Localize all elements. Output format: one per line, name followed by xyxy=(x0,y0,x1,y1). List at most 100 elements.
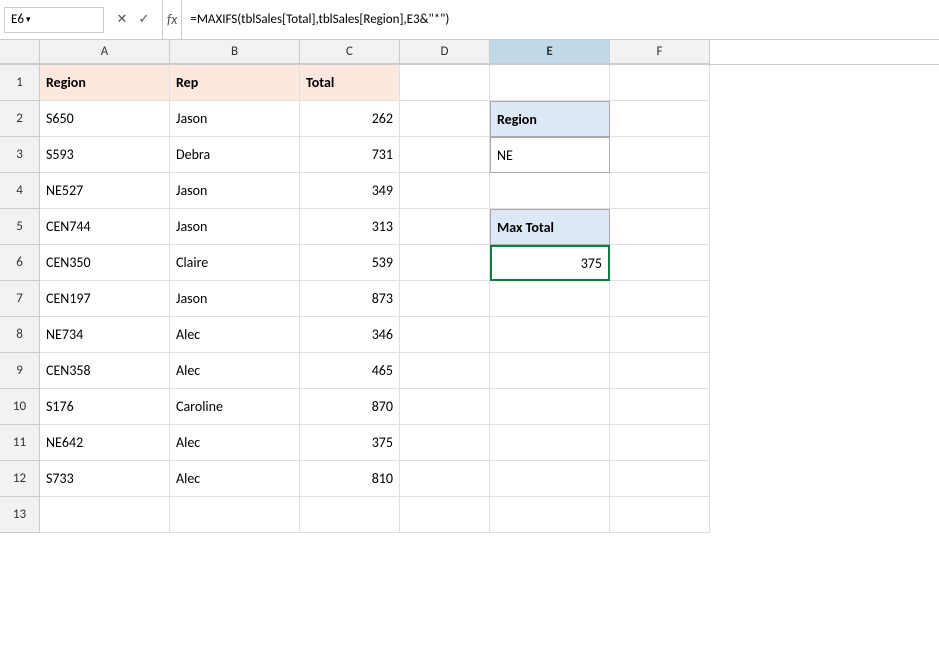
cell-e11[interactable] xyxy=(490,425,610,461)
cell-a10[interactable]: S176 xyxy=(40,389,170,425)
cell-a3[interactable]: S593 xyxy=(40,137,170,173)
cell-f10[interactable] xyxy=(610,389,710,425)
cell-b4[interactable]: Jason xyxy=(170,173,300,209)
cell-f11[interactable] xyxy=(610,425,710,461)
cell-f12[interactable] xyxy=(610,461,710,497)
cell-b5[interactable]: Jason xyxy=(170,209,300,245)
col-header-e[interactable]: E xyxy=(490,40,610,64)
dropdown-arrow-icon[interactable]: ▾ xyxy=(26,14,31,25)
cell-e3[interactable]: NE xyxy=(490,137,610,173)
row-num-13: 13 xyxy=(0,497,40,533)
cell-f5[interactable] xyxy=(610,209,710,245)
cell-c1[interactable]: Total xyxy=(300,65,400,101)
cell-f4[interactable] xyxy=(610,173,710,209)
cell-f2[interactable] xyxy=(610,101,710,137)
cell-f13[interactable] xyxy=(610,497,710,533)
cell-f1[interactable] xyxy=(610,65,710,101)
cell-d10[interactable] xyxy=(400,389,490,425)
cell-c5[interactable]: 313 xyxy=(300,209,400,245)
cell-c6[interactable]: 539 xyxy=(300,245,400,281)
cell-e7[interactable] xyxy=(490,281,610,317)
cell-a1[interactable]: Region xyxy=(40,65,170,101)
cell-d7[interactable] xyxy=(400,281,490,317)
cell-e6[interactable]: 375 xyxy=(490,245,610,281)
cell-c8[interactable]: 346 xyxy=(300,317,400,353)
cell-a6[interactable]: CEN350 xyxy=(40,245,170,281)
row-num-12: 12 xyxy=(0,461,40,497)
cell-c3[interactable]: 731 xyxy=(300,137,400,173)
cell-b11[interactable]: Alec xyxy=(170,425,300,461)
cell-e8[interactable] xyxy=(490,317,610,353)
row-num-3: 3 xyxy=(0,137,40,173)
cell-a8[interactable]: NE734 xyxy=(40,317,170,353)
cell-b3[interactable]: Debra xyxy=(170,137,300,173)
table-row: 12 S733 Alec 810 xyxy=(0,461,939,497)
cell-e4[interactable] xyxy=(490,173,610,209)
cell-reference-box[interactable]: E6 ▾ xyxy=(4,7,104,33)
cell-e5[interactable]: Max Total xyxy=(490,209,610,245)
row-num-6: 6 xyxy=(0,245,40,281)
cell-b8[interactable]: Alec xyxy=(170,317,300,353)
cell-a12[interactable]: S733 xyxy=(40,461,170,497)
cell-f7[interactable] xyxy=(610,281,710,317)
col-header-c[interactable]: C xyxy=(300,40,400,64)
col-header-b[interactable]: B xyxy=(170,40,300,64)
cell-a2[interactable]: S650 xyxy=(40,101,170,137)
row-num-10: 10 xyxy=(0,389,40,425)
cell-a11[interactable]: NE642 xyxy=(40,425,170,461)
cell-b6[interactable]: Claire xyxy=(170,245,300,281)
cell-b13[interactable] xyxy=(170,497,300,533)
cell-c10[interactable]: 870 xyxy=(300,389,400,425)
cell-f6[interactable] xyxy=(610,245,710,281)
cell-c2[interactable]: 262 xyxy=(300,101,400,137)
cell-d1[interactable] xyxy=(400,65,490,101)
cell-d12[interactable] xyxy=(400,461,490,497)
row-num-7: 7 xyxy=(0,281,40,317)
cell-c9[interactable]: 465 xyxy=(300,353,400,389)
cell-d6[interactable] xyxy=(400,245,490,281)
cancel-icon[interactable]: ✕ xyxy=(112,10,132,30)
col-header-f[interactable]: F xyxy=(610,40,710,64)
cell-d13[interactable] xyxy=(400,497,490,533)
col-header-a[interactable]: A xyxy=(40,40,170,64)
cell-e13[interactable] xyxy=(490,497,610,533)
cell-a5[interactable]: CEN744 xyxy=(40,209,170,245)
cell-e9[interactable] xyxy=(490,353,610,389)
cell-a4[interactable]: NE527 xyxy=(40,173,170,209)
cell-a9[interactable]: CEN358 xyxy=(40,353,170,389)
table-row: 3 S593 Debra 731 NE xyxy=(0,137,939,173)
cell-d4[interactable] xyxy=(400,173,490,209)
confirm-icon[interactable]: ✓ xyxy=(134,10,154,30)
cell-f3[interactable] xyxy=(610,137,710,173)
cell-b10[interactable]: Caroline xyxy=(170,389,300,425)
cell-c13[interactable] xyxy=(300,497,400,533)
corner-cell xyxy=(0,40,40,64)
cell-b1[interactable]: Rep xyxy=(170,65,300,101)
cell-c11[interactable]: 375 xyxy=(300,425,400,461)
cell-e12[interactable] xyxy=(490,461,610,497)
cell-d8[interactable] xyxy=(400,317,490,353)
formula-input[interactable] xyxy=(186,7,935,33)
cell-a7[interactable]: CEN197 xyxy=(40,281,170,317)
cell-b12[interactable]: Alec xyxy=(170,461,300,497)
cell-d11[interactable] xyxy=(400,425,490,461)
cell-b9[interactable]: Alec xyxy=(170,353,300,389)
cell-b2[interactable]: Jason xyxy=(170,101,300,137)
cell-b7[interactable]: Jason xyxy=(170,281,300,317)
cell-e1[interactable] xyxy=(490,65,610,101)
cell-d5[interactable] xyxy=(400,209,490,245)
cell-e2[interactable]: Region xyxy=(490,101,610,137)
cell-e10[interactable] xyxy=(490,389,610,425)
cell-f9[interactable] xyxy=(610,353,710,389)
cell-d9[interactable] xyxy=(400,353,490,389)
cell-d3[interactable] xyxy=(400,137,490,173)
cell-c12[interactable]: 810 xyxy=(300,461,400,497)
cell-d2[interactable] xyxy=(400,101,490,137)
cell-f8[interactable] xyxy=(610,317,710,353)
spreadsheet: A B C D E F 1 Region Rep Total 2 S650 Ja… xyxy=(0,40,939,533)
cell-c7[interactable]: 873 xyxy=(300,281,400,317)
cell-c4[interactable]: 349 xyxy=(300,173,400,209)
formula-icons-group: ✕ ✓ xyxy=(108,10,158,30)
cell-a13[interactable] xyxy=(40,497,170,533)
col-header-d[interactable]: D xyxy=(400,40,490,64)
